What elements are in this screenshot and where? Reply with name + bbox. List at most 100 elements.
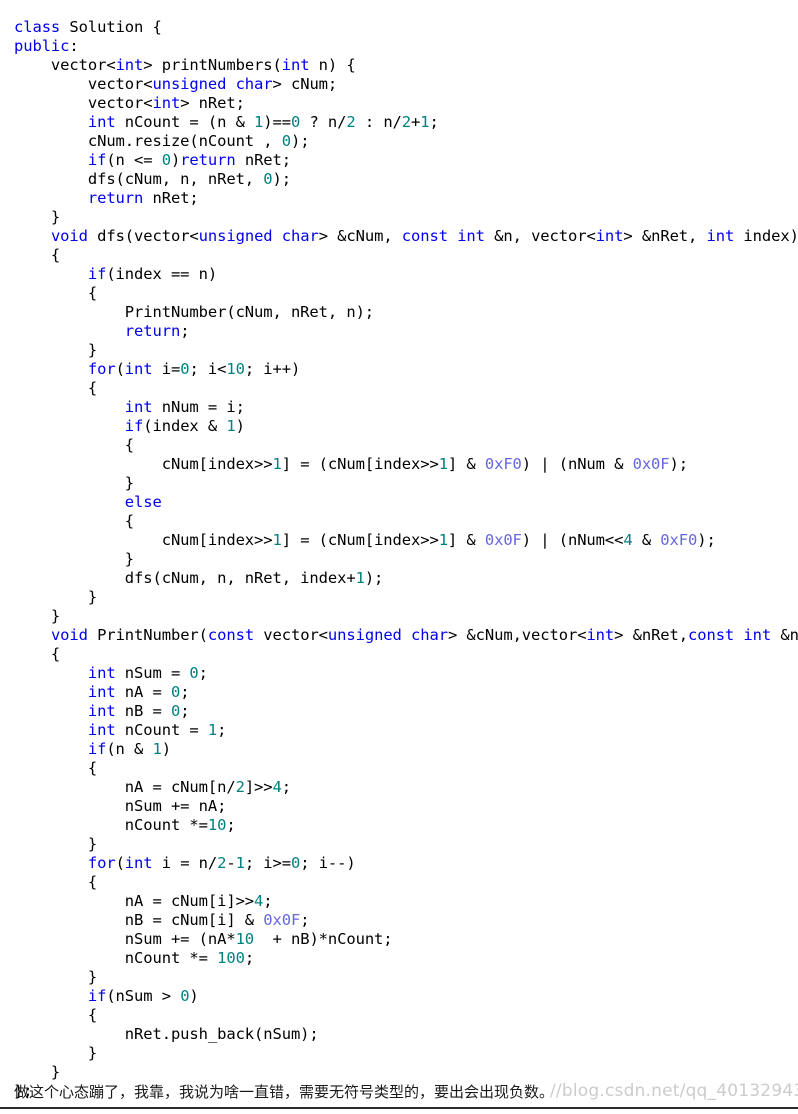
code-token-kw: class: [14, 17, 61, 36]
code-token-kw: int: [87, 112, 116, 131]
code-token-pl: {: [14, 435, 135, 454]
code-token-pl: nA =: [115, 682, 171, 701]
code-token-pl: dfs(cNum, n, nRet, index+: [14, 568, 356, 587]
code-token-pl: PrintNumber(cNum, nRet, n);: [14, 302, 375, 321]
code-token-pl: ? n/: [300, 112, 347, 131]
code-token-num: 4: [623, 530, 633, 549]
code-line: int nA = 0;: [14, 683, 798, 702]
bottom-divider: [0, 1107, 798, 1109]
code-line: nCount *=10;: [14, 816, 798, 835]
code-line: vector<int> printNumbers(int n) {: [14, 56, 798, 75]
code-line: {: [14, 379, 798, 398]
code-line: int nCount = 1;: [14, 721, 798, 740]
code-token-pl: (index == n): [106, 264, 218, 283]
code-token-pl: nB =: [115, 701, 171, 720]
code-token-pl: n) {: [309, 55, 356, 74]
code-token-pl: &: [632, 530, 661, 549]
code-token-pl: ; i--): [300, 853, 356, 872]
code-token-pl: {: [14, 511, 135, 530]
code-token-pl: vector<: [14, 93, 153, 112]
code-token-kw: int: [87, 720, 116, 739]
code-token-pl: ;: [226, 815, 236, 834]
code-token-pl: }: [14, 606, 61, 625]
code-token-kw: return: [87, 188, 144, 207]
code-token-kw: unsigned: [152, 74, 227, 93]
code-line: }: [14, 208, 798, 227]
code-token-pl: ) | (nNum<<: [521, 530, 624, 549]
code-line: dfs(cNum, n, nRet, index+1);: [14, 569, 798, 588]
code-token-kw: else: [124, 492, 162, 511]
code-token-num: 1: [226, 416, 236, 435]
code-line: int nB = 0;: [14, 702, 798, 721]
code-line: nSum += nA;: [14, 797, 798, 816]
code-token-pl: {: [14, 245, 61, 264]
code-token-pl: dfs(cNum, n, nRet,: [14, 169, 264, 188]
code-token-pl: > &nRet,: [614, 625, 688, 644]
code-token-num: 1: [235, 853, 245, 872]
code-token-pl: }: [14, 1043, 98, 1062]
code-token-pl: ] &: [447, 454, 485, 473]
code-line: }: [14, 341, 798, 360]
code-line: {: [14, 512, 798, 531]
code-token-kw: char: [235, 74, 273, 93]
code-token-kw: unsigned: [198, 226, 273, 245]
code-token-pl: nCount =: [115, 720, 208, 739]
source-code-block[interactable]: class Solution {public: vector<int> prin…: [0, 16, 798, 1101]
code-token-kw: int: [706, 226, 735, 245]
code-token-pl: ) | (nNum &: [521, 454, 633, 473]
code-token-kw: int: [152, 93, 181, 112]
code-token-pl: ): [170, 150, 181, 169]
code-token-pl: );: [364, 568, 384, 587]
code-token-num: 0: [189, 663, 199, 682]
code-line: }: [14, 474, 798, 493]
code-token-pl: {: [14, 758, 98, 777]
code-token-pl: > printNumbers(: [143, 55, 282, 74]
code-token-num: 2: [346, 112, 356, 131]
code-token-pl: cNum.resize(nCount ,: [14, 131, 282, 150]
code-token-pl: + nB)*nCount;: [254, 929, 393, 948]
code-token-kw: for: [87, 359, 116, 378]
code-token-hex: 0x0F: [484, 530, 522, 549]
code-token-pl: :: [69, 36, 79, 55]
code-line: {: [14, 284, 798, 303]
code-token-pl: }: [14, 967, 98, 986]
code-token-pl: nA = cNum[i]>>: [14, 891, 255, 910]
code-line: int nNum = i;: [14, 398, 798, 417]
code-token-pl: ;: [281, 777, 291, 796]
code-token-pl: ;: [180, 682, 190, 701]
code-token-kw: for: [87, 853, 116, 872]
code-line: nA = cNum[i]>>4;: [14, 892, 798, 911]
code-token-pl: (n <=: [106, 150, 162, 169]
code-token-pl: }: [14, 549, 135, 568]
code-token-num: 1: [438, 454, 448, 473]
code-token-pl: cNum[index>>: [14, 530, 273, 549]
code-token-pl: );: [290, 131, 310, 150]
code-token-num: 1: [254, 112, 264, 131]
code-token-kw: if: [87, 150, 107, 169]
code-token-kw: char: [411, 625, 448, 644]
code-token-pl: ): [161, 739, 171, 758]
code-token-pl: {: [14, 1005, 98, 1024]
code-token-num: 4: [272, 777, 282, 796]
code-token-num: 10: [207, 815, 227, 834]
code-token-pl: nRet.push_back(nSum);: [14, 1024, 319, 1043]
code-token-pl: dfs(vector<: [87, 226, 199, 245]
code-token-pl: {: [14, 644, 61, 663]
code-line: vector<unsigned char> cNum;: [14, 75, 798, 94]
code-line: {: [14, 759, 798, 778]
code-token-kw: if: [87, 986, 107, 1005]
code-token-kw: int: [586, 625, 615, 644]
code-token-pl: ;: [217, 720, 227, 739]
code-token-kw: int: [281, 55, 310, 74]
code-line: cNum[index>>1] = (cNum[index>>1] & 0xF0)…: [14, 455, 798, 474]
code-line: return nRet;: [14, 189, 798, 208]
code-token-pl: i=: [152, 359, 181, 378]
code-token-kw: unsigned: [327, 625, 402, 644]
